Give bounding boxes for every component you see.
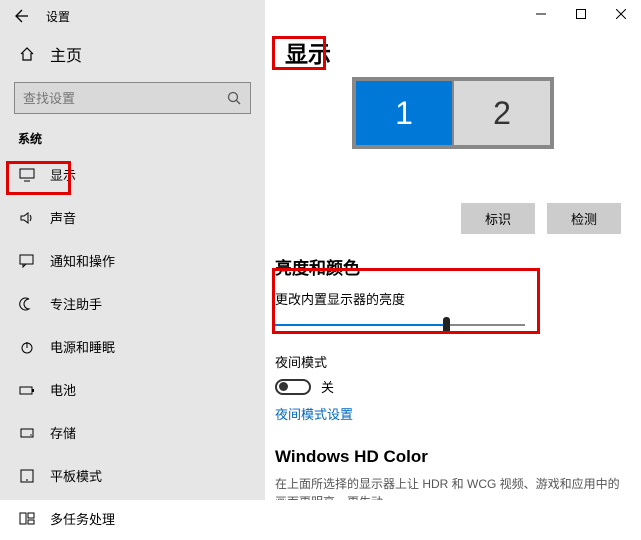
- nav-label: 声音: [50, 208, 76, 227]
- page-title: 显示: [285, 35, 331, 69]
- search-icon: [226, 90, 242, 106]
- message-icon: [18, 254, 36, 268]
- speaker-icon: [18, 211, 36, 225]
- night-mode-label: 夜间模式: [275, 352, 631, 371]
- nav-sound[interactable]: 声音: [0, 196, 265, 239]
- nav-tablet[interactable]: 平板模式: [0, 454, 265, 497]
- toggle-state: 关: [321, 377, 334, 396]
- nav-focus[interactable]: 专注助手: [0, 282, 265, 325]
- category-title: 系统: [0, 124, 265, 153]
- home-nav[interactable]: 主页: [0, 30, 265, 78]
- storage-icon: [18, 426, 36, 440]
- brightness-slider[interactable]: [275, 314, 525, 336]
- detect-button[interactable]: 检测: [547, 203, 621, 234]
- monitor-1[interactable]: 1: [354, 79, 454, 147]
- minimize-button[interactable]: [521, 0, 561, 28]
- multitask-icon: [18, 512, 36, 526]
- nav-display[interactable]: 显示: [0, 153, 265, 196]
- home-icon: [18, 46, 36, 62]
- main-content: 显示 1 2 标识 检测 亮度和颜色 更改内置显示器的亮度 夜间模式 关 夜间模…: [265, 0, 641, 500]
- nav-label: 专注助手: [50, 294, 102, 313]
- nav-storage[interactable]: 存储: [0, 411, 265, 454]
- section-hdcolor-title: Windows HD Color: [275, 447, 641, 467]
- back-button[interactable]: [10, 6, 30, 26]
- monitor-icon: [18, 168, 36, 182]
- nav-label: 多任务处理: [50, 509, 115, 528]
- section-brightness-title: 亮度和颜色: [275, 254, 641, 279]
- tablet-icon: [18, 469, 36, 483]
- sidebar: 设置 主页 系统 显示 声音 通知和操作 专注助手 电源和睡眠: [0, 0, 265, 500]
- close-button[interactable]: [601, 0, 641, 28]
- nav-label: 电池: [50, 380, 76, 399]
- nav-label: 存储: [50, 423, 76, 442]
- nav-notifications[interactable]: 通知和操作: [0, 239, 265, 282]
- night-mode-toggle[interactable]: [275, 379, 311, 395]
- settings-title: 设置: [46, 8, 70, 25]
- identify-button[interactable]: 标识: [461, 203, 535, 234]
- nav-label: 电源和睡眠: [50, 337, 115, 356]
- monitor-2[interactable]: 2: [452, 79, 552, 147]
- nav-power[interactable]: 电源和睡眠: [0, 325, 265, 368]
- moon-icon: [18, 297, 36, 311]
- monitor-arrangement[interactable]: 1 2: [265, 69, 641, 189]
- night-mode-settings-link[interactable]: 夜间模式设置: [275, 404, 641, 423]
- battery-icon: [18, 383, 36, 397]
- nav-label: 显示: [50, 165, 76, 184]
- maximize-button[interactable]: [561, 0, 601, 28]
- nav-multitask[interactable]: 多任务处理: [0, 497, 265, 540]
- search-input[interactable]: [14, 82, 251, 114]
- home-label: 主页: [50, 42, 82, 66]
- slider-thumb[interactable]: [443, 317, 450, 334]
- brightness-label: 更改内置显示器的亮度: [275, 289, 631, 308]
- power-icon: [18, 340, 36, 354]
- nav-label: 通知和操作: [50, 251, 115, 270]
- nav-battery[interactable]: 电池: [0, 368, 265, 411]
- hdcolor-desc: 在上面所选择的显示器上让 HDR 和 WCG 视频、游戏和应用中的画面更明亮、更…: [275, 475, 631, 500]
- search-field[interactable]: [23, 91, 226, 106]
- nav-label: 平板模式: [50, 466, 102, 485]
